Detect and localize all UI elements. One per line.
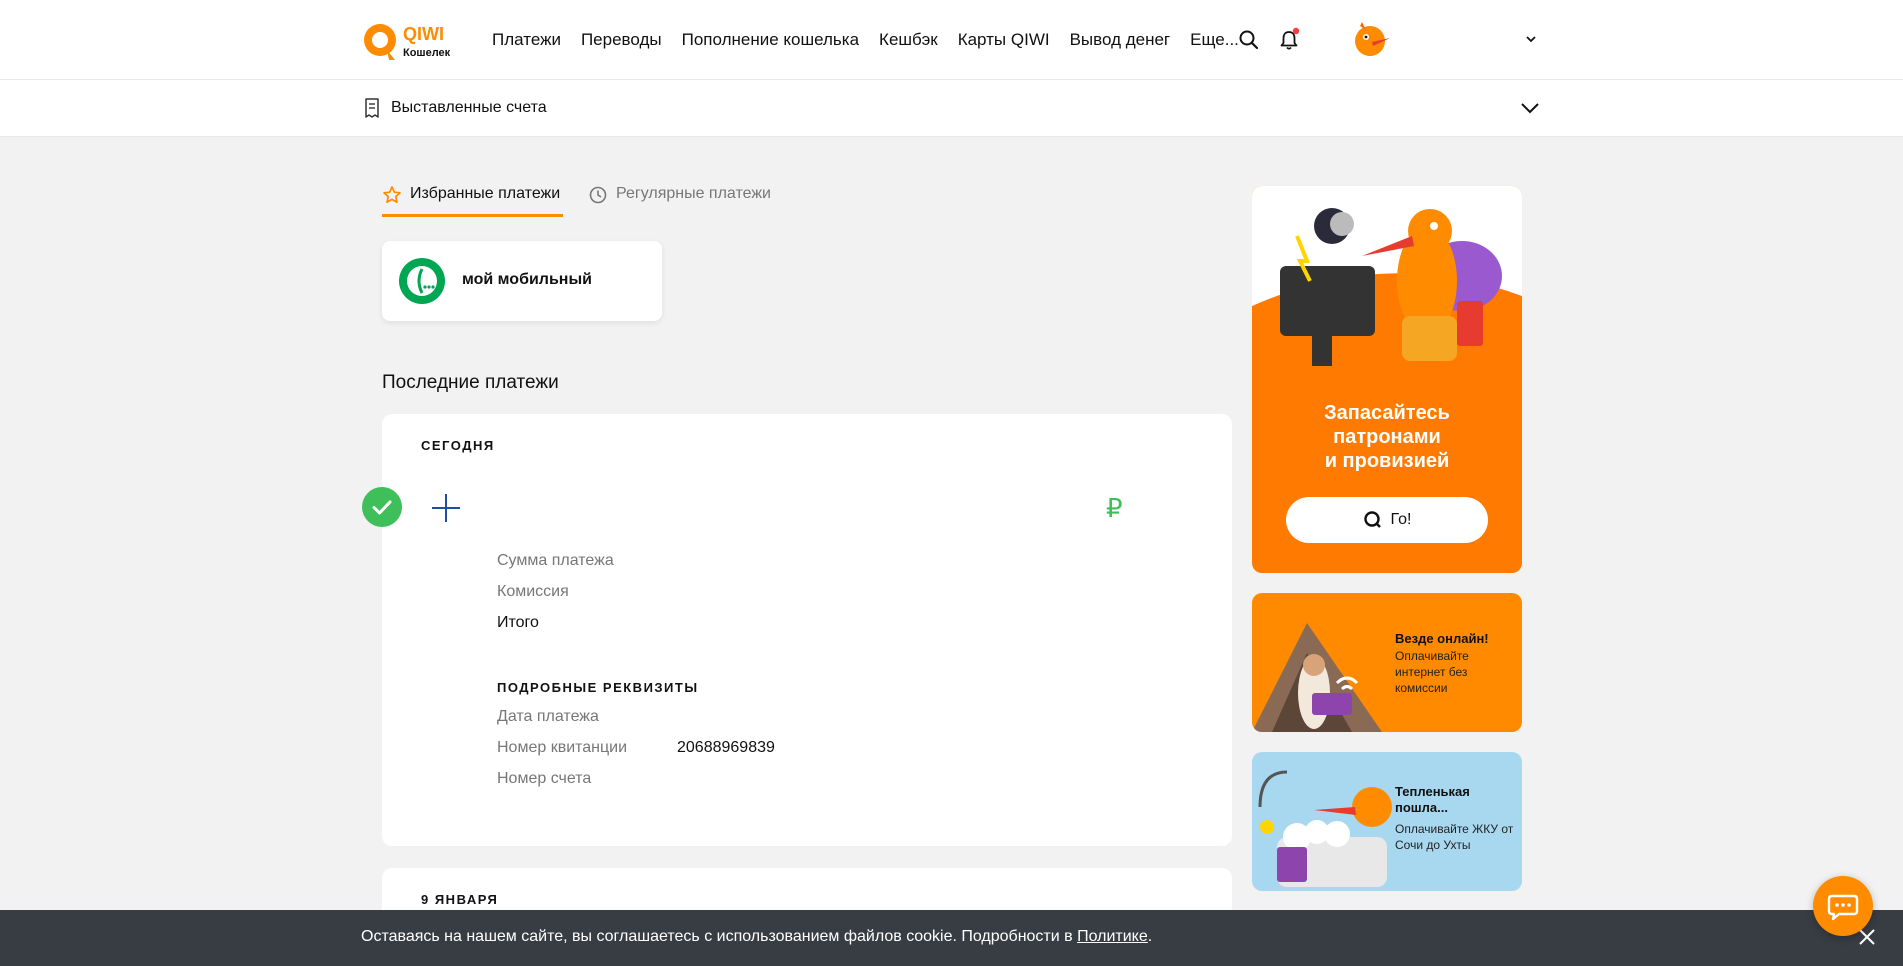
status-success-icon [362, 487, 402, 527]
payment-date-label: Дата платежа [497, 708, 599, 725]
go-button[interactable]: Го! [1286, 497, 1488, 543]
tab-regular-label: Регулярные платежи [616, 185, 771, 202]
banner-internet-title: Везде онлайн! [1395, 631, 1489, 646]
nav-transfers[interactable]: Переводы [581, 30, 662, 50]
star-icon [383, 186, 401, 204]
nav-top-up[interactable]: Пополнение кошелька [682, 30, 859, 50]
gamer-bird-illustration [1252, 208, 1522, 436]
total-label: Итого [497, 614, 539, 631]
nav-cards[interactable]: Карты QIWI [958, 30, 1050, 50]
policy-link[interactable]: Политике [1077, 928, 1148, 945]
amount-label: Сумма платежа [497, 552, 614, 569]
megafon-logo-icon [399, 258, 445, 304]
avatar[interactable] [1350, 20, 1392, 60]
clock-icon [589, 186, 607, 204]
tent-person-illustration [1252, 623, 1382, 732]
promo-banner-utilities[interactable]: Тепленькая пошла... Оплачивайте ЖКУ от С… [1252, 752, 1522, 891]
invoices-title: Выставленные счета [391, 99, 547, 116]
promo-title-line-3: и провизией [1324, 450, 1450, 472]
bath-bird-illustration [1258, 770, 1392, 887]
cookie-text: Оставаясь на нашем сайте, вы соглашаетес… [361, 928, 1152, 946]
recent-payments-title: Последние платежи [382, 372, 559, 393]
promo-title-line-2: патронами [1333, 426, 1441, 448]
banner-utilities-title: Тепленькая пошла... [1395, 784, 1470, 815]
nav-more[interactable]: Еще... [1190, 30, 1239, 50]
tab-regular[interactable]: Регулярные платежи [588, 185, 771, 217]
favorite-label: мой мобильный [462, 271, 592, 288]
svg-text:Кошелек: Кошелек [403, 47, 451, 59]
nav-withdraw[interactable]: Вывод денег [1070, 30, 1171, 50]
receipt-number-value: 20688969839 [677, 739, 775, 756]
fee-label: Комиссия [497, 583, 569, 600]
favorite-payment-card[interactable]: мой мобильный [382, 241, 662, 321]
day-label: 9 ЯНВАРЯ [421, 892, 499, 907]
qiwi-logo[interactable]: QIWI Кошелек [361, 20, 461, 64]
banner-internet-subtitle: Оплачивайте интернет без комиссии [1395, 649, 1469, 695]
nav-payments[interactable]: Платежи [492, 30, 561, 50]
main-nav: Платежи Переводы Пополнение кошелька Кеш… [492, 0, 1239, 80]
invoices-bar[interactable]: Выставленные счета [0, 80, 1903, 137]
currency-amount: ₽ [1106, 493, 1123, 523]
chat-icon [1827, 894, 1859, 921]
search-icon[interactable] [1236, 27, 1262, 53]
receipt-icon [365, 98, 379, 118]
promo-banner-internet[interactable]: Везде онлайн! Оплачивайте интернет без к… [1252, 593, 1522, 732]
chevron-down-icon[interactable] [1524, 32, 1538, 46]
qiwi-small-icon [1363, 511, 1381, 528]
cookie-banner: Оставаясь на нашем сайте, вы соглашаетес… [0, 910, 1903, 966]
promo-title-line-1: Запасайтесь [1324, 402, 1450, 424]
account-number-label: Номер счета [497, 770, 592, 787]
tab-favorites-label: Избранные платежи [410, 185, 561, 202]
bell-icon[interactable] [1276, 27, 1302, 53]
cookie-period: . [1147, 928, 1153, 945]
go-button-label: Го! [1390, 511, 1412, 528]
chevron-down-icon[interactable] [1518, 96, 1542, 120]
cookie-message: Оставаясь на нашем сайте, вы соглашаетес… [361, 928, 1078, 945]
day-label: СЕГОДНЯ [421, 438, 495, 453]
plus-icon [432, 494, 460, 522]
details-title: ПОДРОБНЫЕ РЕКВИЗИТЫ [497, 680, 699, 695]
tab-favorites[interactable]: Избранные платежи [382, 185, 563, 217]
promo-banner-main[interactable]: Запасайтесь патронами и провизией Го! [1252, 186, 1522, 573]
chat-button[interactable] [1813, 876, 1873, 936]
top-header: QIWI Кошелек Платежи Переводы Пополнение… [0, 0, 1903, 80]
banner-utilities-subtitle: Оплачивайте ЖКУ от Сочи до Ухты [1395, 822, 1514, 852]
receipt-number-label: Номер квитанции [497, 739, 628, 756]
nav-cashback[interactable]: Кешбэк [879, 30, 938, 50]
svg-text:QIWI: QIWI [403, 24, 444, 44]
